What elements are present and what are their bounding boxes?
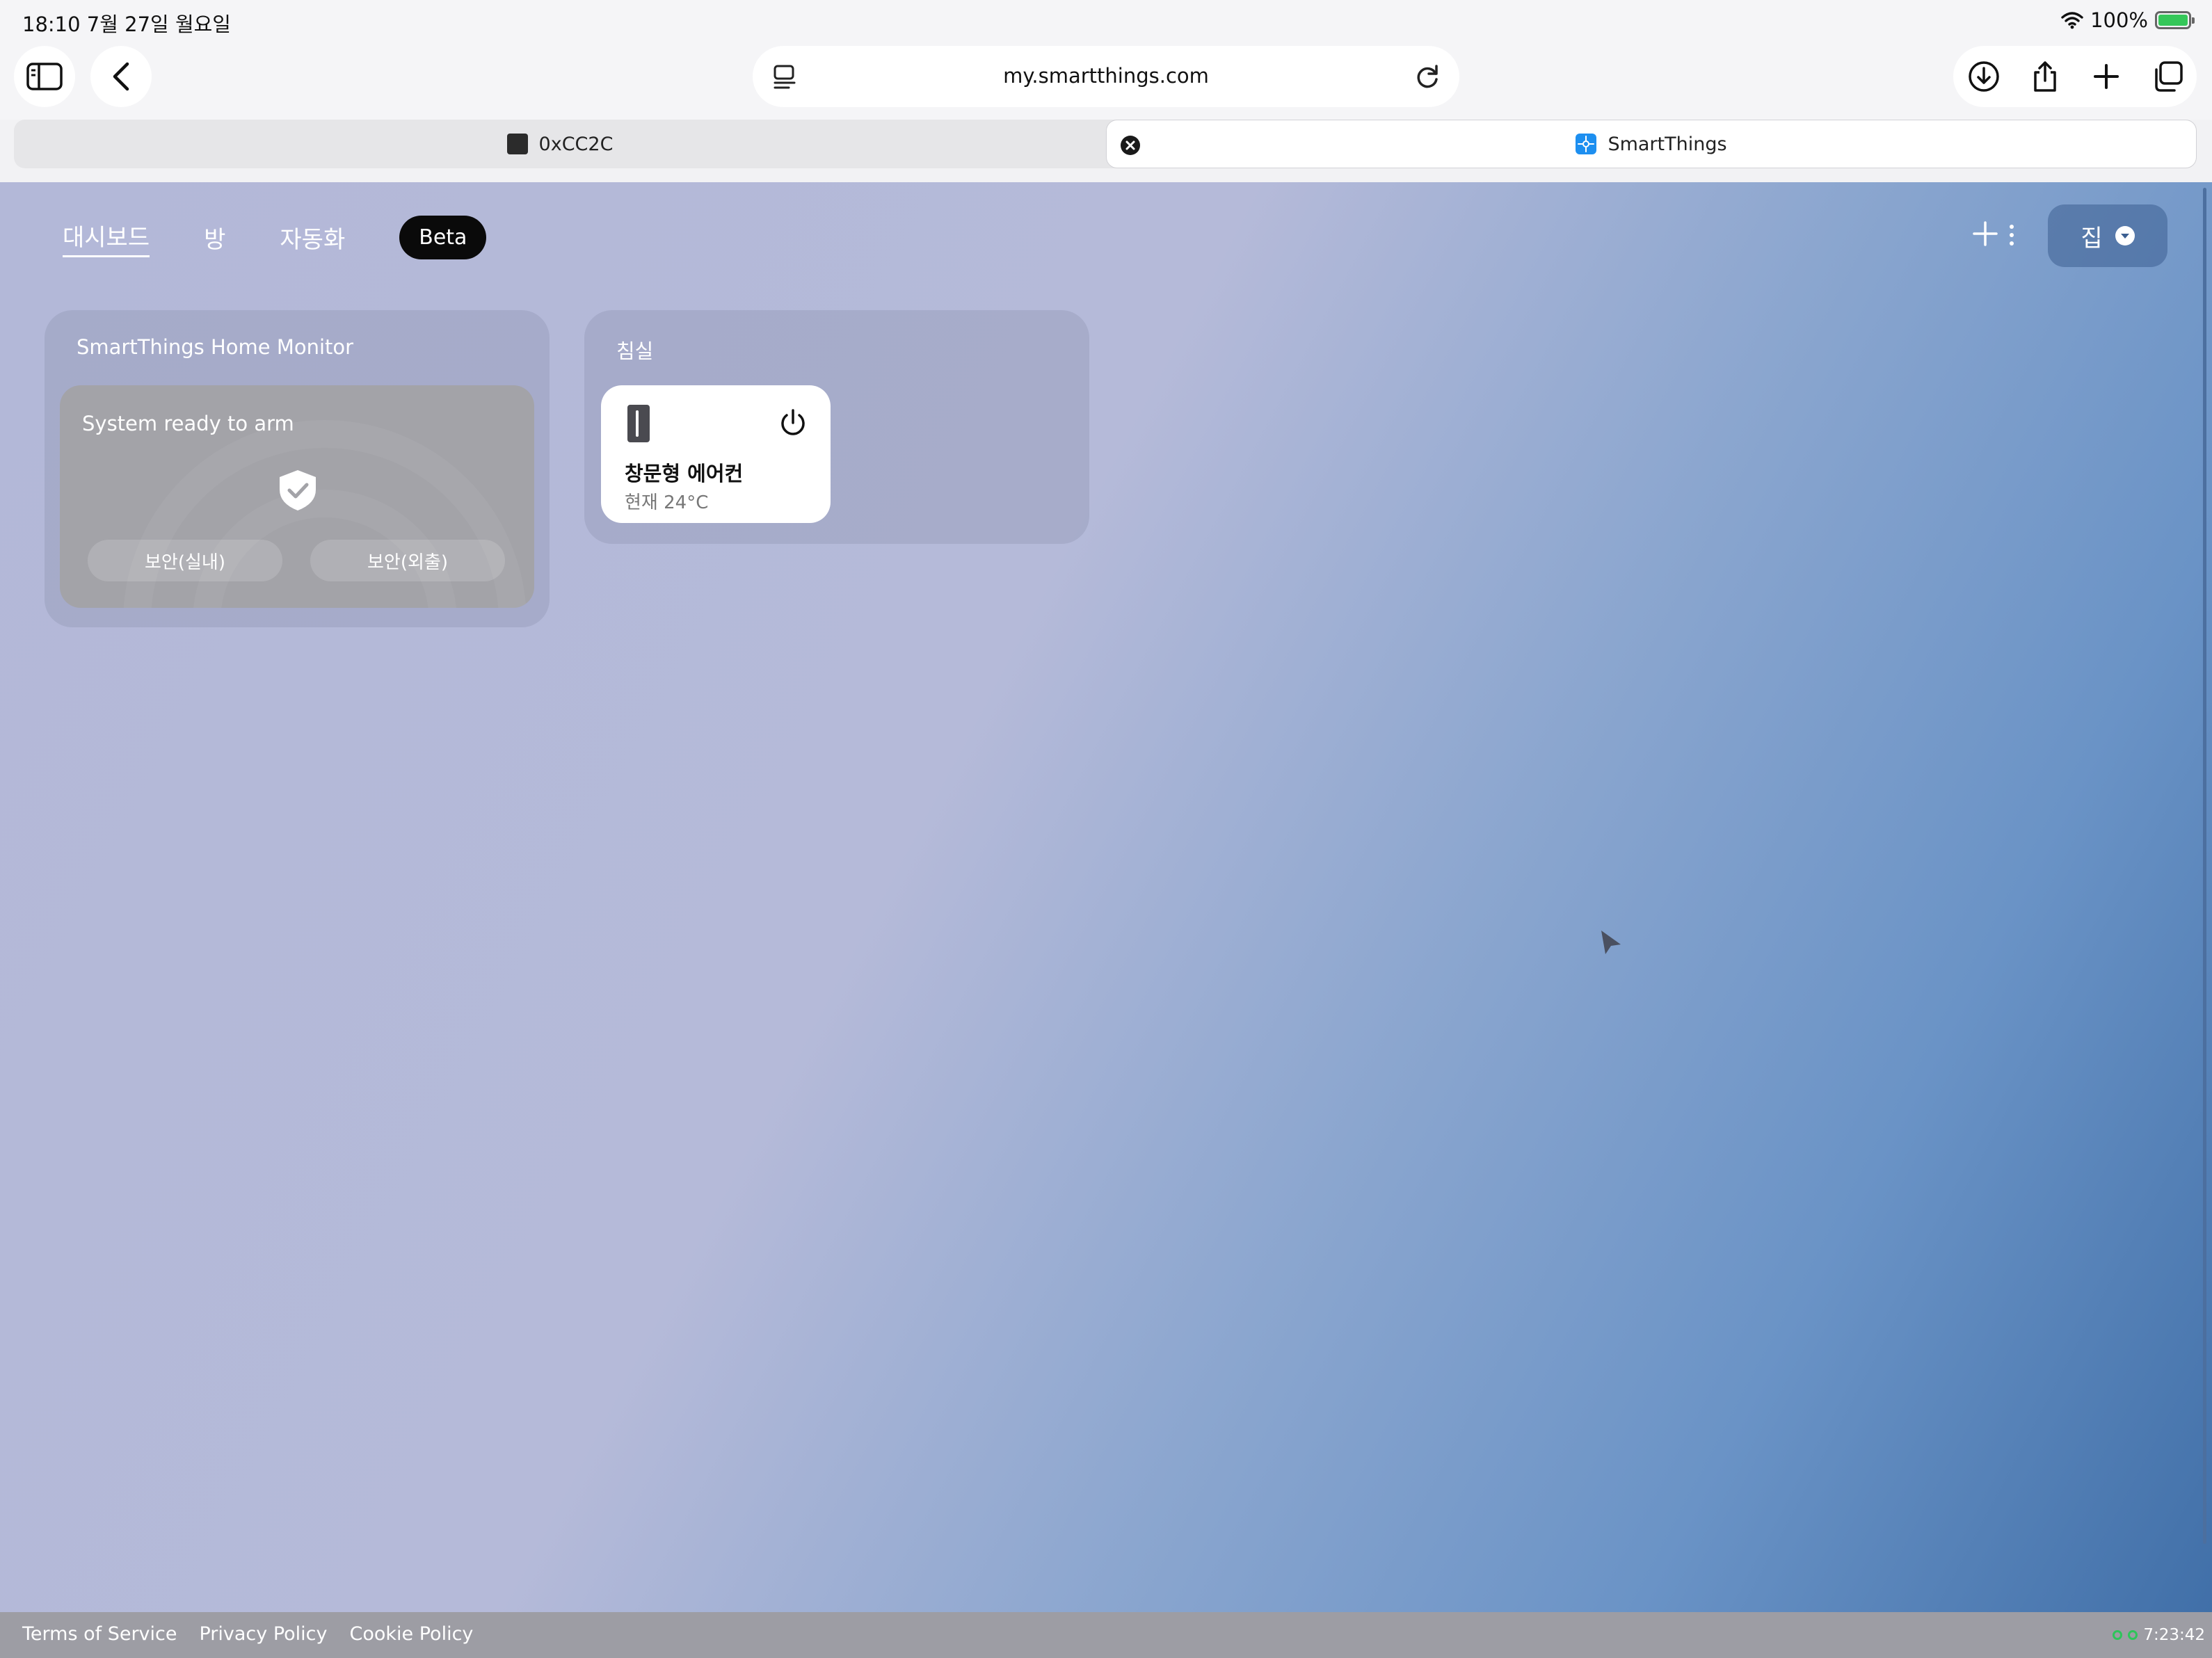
monitor-status: System ready to arm — [82, 412, 294, 435]
device-tile-air-conditioner[interactable]: 창문형 에어컨 현재 24°C — [601, 385, 831, 523]
card-title: SmartThings Home Monitor — [77, 335, 354, 359]
tab-rooms[interactable]: 방 — [204, 220, 225, 255]
close-tab-icon[interactable] — [1121, 136, 1140, 155]
more-options-icon[interactable] — [2003, 223, 2020, 248]
wifi-icon — [2061, 12, 2083, 29]
arm-stay-button[interactable]: 보안(실내) — [88, 540, 282, 581]
smartthings-logo-icon — [1576, 134, 1597, 154]
address-bar[interactable]: my.smartthings.com — [753, 46, 1459, 107]
status-dot-icon — [2128, 1630, 2138, 1640]
smartthings-page: 대시보드 방 자동화 Beta 집 SmartThings Home Monit… — [0, 182, 2212, 1658]
tab-0xcc2c[interactable]: 0xCC2C — [14, 120, 1106, 168]
footer-links: Terms of Service Privacy Policy Cookie P… — [22, 1623, 473, 1645]
power-icon[interactable] — [776, 406, 810, 440]
tab-bar: 0xCC2C SmartThings — [14, 120, 2197, 168]
battery-percent: 100% — [2090, 8, 2148, 32]
chevron-down-icon — [2115, 226, 2135, 246]
device-name: 창문형 에어컨 — [625, 462, 744, 485]
tab-dashboard[interactable]: 대시보드 — [63, 218, 150, 257]
cookie-policy-link[interactable]: Cookie Policy — [350, 1623, 474, 1645]
sidebar-icon — [26, 63, 63, 90]
url-text[interactable]: my.smartthings.com — [753, 64, 1459, 88]
tab-smartthings[interactable]: SmartThings — [1106, 120, 2197, 168]
tab-favicon — [506, 134, 528, 154]
new-tab-icon[interactable] — [2090, 60, 2123, 93]
chevron-left-icon — [113, 62, 129, 91]
tab-automations[interactable]: 자동화 — [280, 220, 345, 255]
beta-badge[interactable]: Beta — [399, 216, 487, 259]
main-nav: 대시보드 방 자동화 Beta — [63, 216, 487, 259]
footer-status: 7:23:42 — [2113, 1626, 2205, 1644]
privacy-policy-link[interactable]: Privacy Policy — [200, 1623, 328, 1645]
pointer-cursor-icon — [1601, 931, 1621, 954]
back-button[interactable] — [90, 46, 152, 107]
battery-icon — [2155, 11, 2195, 29]
share-icon[interactable] — [2028, 60, 2062, 93]
sidebar-toggle-button[interactable] — [14, 46, 75, 107]
download-icon[interactable] — [1967, 60, 2001, 93]
home-monitor-panel[interactable]: System ready to arm 보안(실내) 보안(외출) — [60, 385, 534, 608]
arm-away-button[interactable]: 보안(외출) — [310, 540, 505, 581]
add-icon[interactable] — [1970, 218, 2001, 249]
tab-label: SmartThings — [1608, 133, 1727, 155]
location-selector[interactable]: 집 — [2048, 204, 2167, 267]
toolbar-actions — [1953, 46, 2197, 107]
page-scrollbar[interactable] — [2203, 188, 2206, 1544]
footer-time: 7:23:42 — [2143, 1626, 2205, 1644]
page-footer: Terms of Service Privacy Policy Cookie P… — [0, 1612, 2212, 1658]
status-dot-icon — [2113, 1630, 2123, 1640]
home-monitor-card: SmartThings Home Monitor System ready to… — [45, 310, 550, 627]
room-card: 침실 창문형 에어컨 현재 24°C — [584, 310, 1089, 544]
tabs-overview-icon[interactable] — [2151, 60, 2184, 93]
shield-check-icon — [280, 470, 316, 510]
status-right: 100% — [2061, 8, 2195, 32]
status-time-date: 18:10 7월 27일 월요일 — [22, 13, 231, 36]
window-ac-icon — [627, 405, 650, 442]
terms-of-service-link[interactable]: Terms of Service — [22, 1623, 177, 1645]
room-title: 침실 — [616, 339, 654, 363]
tab-label: 0xCC2C — [538, 133, 614, 155]
browser-toolbar: my.smartthings.com — [0, 43, 2212, 120]
location-label: 집 — [2081, 224, 2103, 252]
device-status: 현재 24°C — [625, 492, 709, 513]
reload-icon[interactable] — [1411, 60, 1444, 93]
status-bar: 18:10 7월 27일 월요일 100% — [0, 0, 2212, 43]
